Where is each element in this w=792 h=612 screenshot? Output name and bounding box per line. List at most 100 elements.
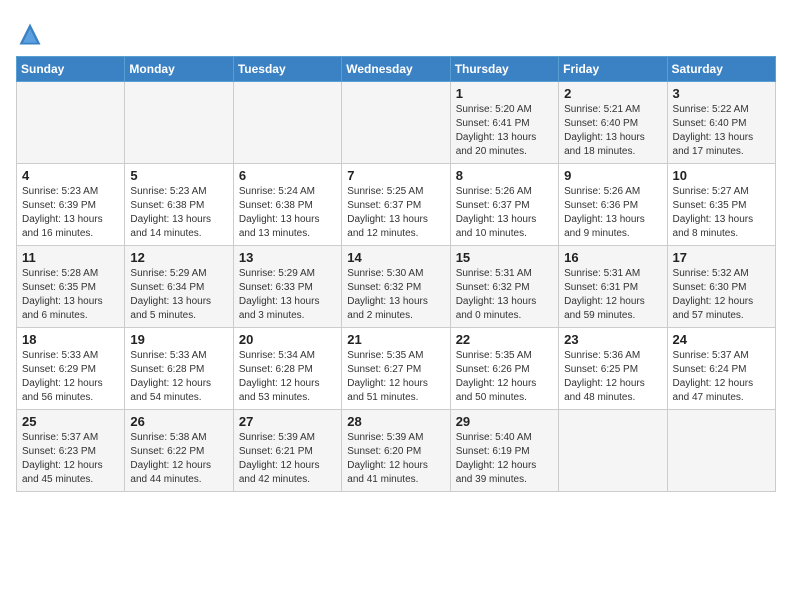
day-number: 23	[564, 332, 661, 347]
day-number: 27	[239, 414, 336, 429]
day-info: Sunrise: 5:26 AM Sunset: 6:37 PM Dayligh…	[456, 185, 553, 241]
calendar-cell: 23 Sunrise: 5:36 AM Sunset: 6:25 PM Dayli…	[559, 328, 667, 410]
day-info: Sunrise: 5:35 AM Sunset: 6:27 PM Dayligh…	[347, 349, 444, 405]
day-info: Sunrise: 5:38 AM Sunset: 6:22 PM Dayligh…	[130, 431, 227, 487]
weekday-header-saturday: Saturday	[667, 57, 775, 82]
day-number: 19	[130, 332, 227, 347]
day-info: Sunrise: 5:33 AM Sunset: 6:29 PM Dayligh…	[22, 349, 119, 405]
logo-icon	[16, 20, 44, 48]
day-info: Sunrise: 5:24 AM Sunset: 6:38 PM Dayligh…	[239, 185, 336, 241]
calendar-cell: 21Sunrise: 5:35 AM Sunset: 6:27 PM Dayli…	[342, 328, 450, 410]
calendar-cell: 24 Sunrise: 5:37 AM Sunset: 6:24 PM Dayli…	[667, 328, 775, 410]
day-number: 17	[673, 250, 770, 265]
calendar-cell	[125, 82, 233, 164]
calendar-cell: 19 Sunrise: 5:33 AM Sunset: 6:28 PM Dayli…	[125, 328, 233, 410]
day-number: 9	[564, 168, 661, 183]
calendar-cell: 27 Sunrise: 5:39 AM Sunset: 6:21 PM Dayli…	[233, 410, 341, 492]
day-info: Sunrise: 5:29 AM Sunset: 6:34 PM Dayligh…	[130, 267, 227, 323]
day-info: Sunrise: 5:30 AM Sunset: 6:32 PM Dayligh…	[347, 267, 444, 323]
day-number: 15	[456, 250, 553, 265]
calendar-body: 1 Sunrise: 5:20 AM Sunset: 6:41 PM Daylig…	[17, 82, 776, 492]
day-number: 22	[456, 332, 553, 347]
day-info: Sunrise: 5:33 AM Sunset: 6:28 PM Dayligh…	[130, 349, 227, 405]
calendar-header: SundayMondayTuesdayWednesdayThursdayFrid…	[17, 57, 776, 82]
day-info: Sunrise: 5:34 AM Sunset: 6:28 PM Dayligh…	[239, 349, 336, 405]
calendar-cell: 5 Sunrise: 5:23 AM Sunset: 6:38 PM Daylig…	[125, 164, 233, 246]
calendar-cell	[233, 82, 341, 164]
calendar-cell: 20 Sunrise: 5:34 AM Sunset: 6:28 PM Dayli…	[233, 328, 341, 410]
day-info: Sunrise: 5:39 AM Sunset: 6:20 PM Dayligh…	[347, 431, 444, 487]
day-info: Sunrise: 5:22 AM Sunset: 6:40 PM Dayligh…	[673, 103, 770, 159]
day-info: Sunrise: 5:26 AM Sunset: 6:36 PM Dayligh…	[564, 185, 661, 241]
calendar-cell: 11 Sunrise: 5:28 AM Sunset: 6:35 PM Dayli…	[17, 246, 125, 328]
day-info: Sunrise: 5:27 AM Sunset: 6:35 PM Dayligh…	[673, 185, 770, 241]
calendar-cell	[559, 410, 667, 492]
weekday-header-thursday: Thursday	[450, 57, 558, 82]
day-info: Sunrise: 5:21 AM Sunset: 6:40 PM Dayligh…	[564, 103, 661, 159]
calendar-cell: 18 Sunrise: 5:33 AM Sunset: 6:29 PM Dayli…	[17, 328, 125, 410]
calendar-cell: 10Sunrise: 5:27 AM Sunset: 6:35 PM Dayli…	[667, 164, 775, 246]
calendar-cell: 7 Sunrise: 5:25 AM Sunset: 6:37 PM Daylig…	[342, 164, 450, 246]
calendar-cell: 4 Sunrise: 5:23 AM Sunset: 6:39 PM Daylig…	[17, 164, 125, 246]
day-info: Sunrise: 5:39 AM Sunset: 6:21 PM Dayligh…	[239, 431, 336, 487]
day-number: 16	[564, 250, 661, 265]
calendar-cell: 29Sunrise: 5:40 AM Sunset: 6:19 PM Dayli…	[450, 410, 558, 492]
day-info: Sunrise: 5:36 AM Sunset: 6:25 PM Dayligh…	[564, 349, 661, 405]
day-number: 11	[22, 250, 119, 265]
calendar-week-row: 25 Sunrise: 5:37 AM Sunset: 6:23 PM Dayli…	[17, 410, 776, 492]
calendar-cell: 3 Sunrise: 5:22 AM Sunset: 6:40 PM Daylig…	[667, 82, 775, 164]
day-number: 24	[673, 332, 770, 347]
day-number: 18	[22, 332, 119, 347]
day-number: 20	[239, 332, 336, 347]
calendar-cell: 16 Sunrise: 5:31 AM Sunset: 6:31 PM Dayli…	[559, 246, 667, 328]
calendar-cell: 1 Sunrise: 5:20 AM Sunset: 6:41 PM Daylig…	[450, 82, 558, 164]
day-info: Sunrise: 5:35 AM Sunset: 6:26 PM Dayligh…	[456, 349, 553, 405]
calendar-cell: 14 Sunrise: 5:30 AM Sunset: 6:32 PM Dayli…	[342, 246, 450, 328]
calendar-cell: 15 Sunrise: 5:31 AM Sunset: 6:32 PM Dayli…	[450, 246, 558, 328]
calendar-cell: 6Sunrise: 5:24 AM Sunset: 6:38 PM Daylig…	[233, 164, 341, 246]
calendar-cell	[342, 82, 450, 164]
day-number: 13	[239, 250, 336, 265]
calendar-week-row: 11 Sunrise: 5:28 AM Sunset: 6:35 PM Dayli…	[17, 246, 776, 328]
page-header	[16, 16, 776, 48]
calendar-cell: 22 Sunrise: 5:35 AM Sunset: 6:26 PM Dayli…	[450, 328, 558, 410]
calendar-week-row: 4 Sunrise: 5:23 AM Sunset: 6:39 PM Daylig…	[17, 164, 776, 246]
day-number: 2	[564, 86, 661, 101]
calendar-table: SundayMondayTuesdayWednesdayThursdayFrid…	[16, 56, 776, 492]
calendar-cell: 12Sunrise: 5:29 AM Sunset: 6:34 PM Dayli…	[125, 246, 233, 328]
day-number: 7	[347, 168, 444, 183]
day-number: 14	[347, 250, 444, 265]
calendar-week-row: 1 Sunrise: 5:20 AM Sunset: 6:41 PM Daylig…	[17, 82, 776, 164]
day-info: Sunrise: 5:28 AM Sunset: 6:35 PM Dayligh…	[22, 267, 119, 323]
calendar-cell: 26 Sunrise: 5:38 AM Sunset: 6:22 PM Dayli…	[125, 410, 233, 492]
day-info: Sunrise: 5:20 AM Sunset: 6:41 PM Dayligh…	[456, 103, 553, 159]
day-number: 4	[22, 168, 119, 183]
day-number: 28	[347, 414, 444, 429]
day-info: Sunrise: 5:23 AM Sunset: 6:39 PM Dayligh…	[22, 185, 119, 241]
calendar-cell: 28 Sunrise: 5:39 AM Sunset: 6:20 PM Dayli…	[342, 410, 450, 492]
day-info: Sunrise: 5:23 AM Sunset: 6:38 PM Dayligh…	[130, 185, 227, 241]
day-number: 26	[130, 414, 227, 429]
calendar-cell	[667, 410, 775, 492]
day-info: Sunrise: 5:31 AM Sunset: 6:31 PM Dayligh…	[564, 267, 661, 323]
day-info: Sunrise: 5:37 AM Sunset: 6:24 PM Dayligh…	[673, 349, 770, 405]
logo	[16, 20, 48, 48]
day-number: 25	[22, 414, 119, 429]
calendar-cell: 25 Sunrise: 5:37 AM Sunset: 6:23 PM Dayli…	[17, 410, 125, 492]
weekday-header-sunday: Sunday	[17, 57, 125, 82]
day-info: Sunrise: 5:32 AM Sunset: 6:30 PM Dayligh…	[673, 267, 770, 323]
day-number: 1	[456, 86, 553, 101]
day-info: Sunrise: 5:31 AM Sunset: 6:32 PM Dayligh…	[456, 267, 553, 323]
weekday-header-monday: Monday	[125, 57, 233, 82]
day-number: 5	[130, 168, 227, 183]
day-info: Sunrise: 5:25 AM Sunset: 6:37 PM Dayligh…	[347, 185, 444, 241]
weekday-header-friday: Friday	[559, 57, 667, 82]
day-number: 29	[456, 414, 553, 429]
weekday-header-row: SundayMondayTuesdayWednesdayThursdayFrid…	[17, 57, 776, 82]
calendar-week-row: 18 Sunrise: 5:33 AM Sunset: 6:29 PM Dayli…	[17, 328, 776, 410]
day-info: Sunrise: 5:37 AM Sunset: 6:23 PM Dayligh…	[22, 431, 119, 487]
calendar-cell: 13 Sunrise: 5:29 AM Sunset: 6:33 PM Dayli…	[233, 246, 341, 328]
weekday-header-wednesday: Wednesday	[342, 57, 450, 82]
day-info: Sunrise: 5:29 AM Sunset: 6:33 PM Dayligh…	[239, 267, 336, 323]
day-number: 3	[673, 86, 770, 101]
